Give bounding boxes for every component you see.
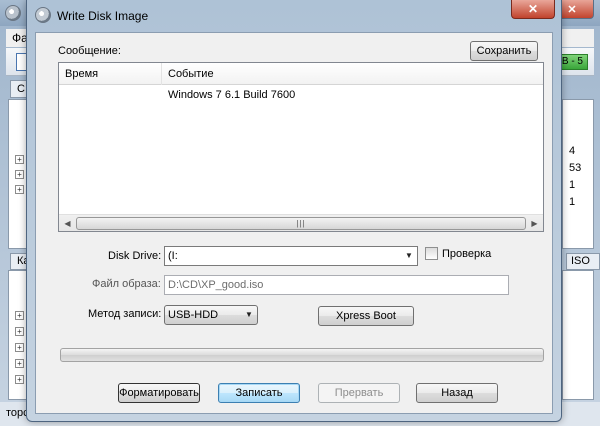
back-button[interactable]: Назад: [416, 383, 498, 403]
write-disk-image-dialog: Write Disk Image ✕ Сообщение: Сохранить …: [26, 0, 562, 422]
tree-expand-icon[interactable]: +: [15, 327, 24, 336]
tree-expand-icon[interactable]: +: [15, 311, 24, 320]
file-size-value: 1: [569, 179, 576, 191]
write-method-label: Метод записи:: [88, 308, 162, 320]
horizontal-scrollbar[interactable]: ◀ ||| ▶: [59, 214, 543, 231]
tree-expand-icon[interactable]: +: [15, 170, 24, 179]
file-size-value: 1: [569, 196, 576, 208]
arrow-right-icon[interactable]: ▶: [526, 215, 543, 231]
disk-drive-value: (I:: [168, 250, 178, 262]
disk-drive-label: Disk Drive:: [108, 250, 162, 262]
disc-icon: [5, 5, 21, 21]
xpress-boot-button[interactable]: Xpress Boot: [318, 306, 414, 326]
log-row[interactable]: Windows 7 6.1 Build 7600: [59, 87, 543, 104]
tree-expand-icon[interactable]: +: [15, 185, 24, 194]
column-header-time[interactable]: Время: [59, 63, 162, 85]
chevron-down-icon: ▼: [245, 310, 253, 319]
file-size-value: 4: [569, 145, 576, 157]
tree-expand-icon[interactable]: +: [15, 359, 24, 368]
log-header: Время Событие: [59, 63, 543, 85]
close-icon[interactable]: ✕: [511, 0, 555, 19]
dialog-body: Сообщение: Сохранить Время Событие Windo…: [35, 32, 553, 414]
abort-button[interactable]: Прервать: [318, 383, 400, 403]
background-local-file-pane[interactable]: [562, 270, 594, 400]
disk-drive-select[interactable]: (I: ▼: [164, 246, 418, 266]
verify-checkbox[interactable]: [425, 247, 438, 260]
save-button[interactable]: Сохранить: [470, 41, 538, 61]
format-button[interactable]: Форматировать: [118, 383, 200, 403]
tree-expand-icon[interactable]: +: [15, 155, 24, 164]
write-method-value: USB-HDD: [168, 309, 219, 321]
log-event: Windows 7 6.1 Build 7600: [168, 89, 296, 101]
background-file-pane[interactable]: 4 53 1 1: [562, 99, 594, 249]
log-listview[interactable]: Время Событие Windows 7 6.1 Build 7600 ◀…: [58, 62, 544, 232]
chevron-down-icon: ▼: [405, 251, 413, 260]
write-method-select[interactable]: USB-HDD ▼: [164, 305, 258, 325]
message-label: Сообщение:: [58, 45, 121, 57]
image-file-field[interactable]: D:\CD\XP_good.iso: [164, 275, 509, 295]
arrow-left-icon[interactable]: ◀: [59, 215, 76, 231]
tree-expand-icon[interactable]: +: [15, 375, 24, 384]
image-file-label: Файл образа:: [92, 278, 161, 290]
column-header-event[interactable]: Событие: [162, 63, 543, 85]
scrollbar-thumb[interactable]: |||: [76, 217, 526, 230]
file-size-value: 53: [569, 162, 582, 174]
verify-label[interactable]: Проверка: [442, 248, 491, 260]
disc-icon: [35, 7, 51, 23]
dialog-title: Write Disk Image: [57, 9, 149, 23]
dialog-titlebar[interactable]: Write Disk Image ✕: [27, 0, 561, 30]
tree-expand-icon[interactable]: +: [15, 343, 24, 352]
background-tab-bottom-right[interactable]: ISO I: [566, 253, 600, 282]
write-button[interactable]: Записать: [218, 383, 300, 403]
write-progress-bar: [60, 348, 544, 362]
